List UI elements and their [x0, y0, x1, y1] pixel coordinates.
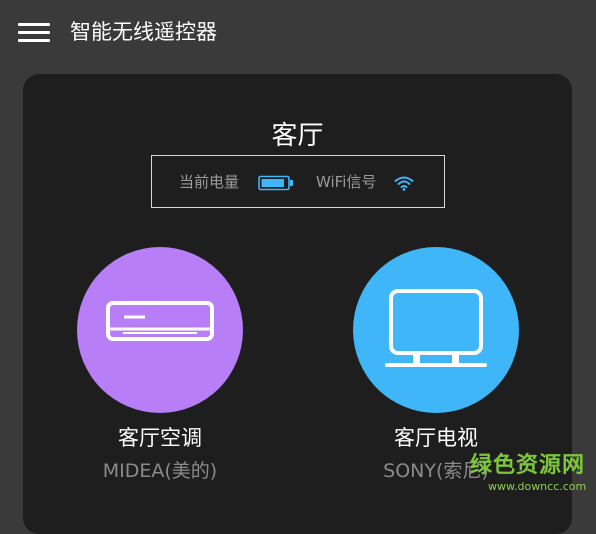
app-title: 智能无线遥控器 [70, 20, 217, 44]
watermark-text: 绿色资源网 [470, 453, 586, 478]
device-air-conditioner[interactable]: 客厅空调 MIDEA(美的) [77, 247, 243, 482]
wifi-icon [394, 176, 414, 191]
device-name: 客厅空调 [118, 426, 202, 450]
device-tv[interactable]: 客厅电视 SONY(索尼) [353, 247, 519, 482]
app-bar: 智能无线遥控器 [0, 0, 596, 64]
room-title: 客厅 [271, 121, 324, 151]
battery-label: 当前电量 [179, 173, 240, 191]
air-conditioner-icon [106, 301, 214, 341]
device-brand: MIDEA(美的) [102, 460, 218, 482]
hamburger-menu-icon[interactable] [18, 20, 50, 44]
tv-icon [385, 289, 487, 367]
watermark-url: www.downcc.com [488, 480, 587, 493]
device-icon-circle[interactable] [77, 247, 243, 413]
battery-icon [258, 175, 293, 191]
status-box: 当前电量 WiFi信号 [151, 155, 445, 208]
device-icon-circle[interactable] [353, 247, 519, 413]
wifi-label: WiFi信号 [316, 173, 377, 191]
watermark: 绿色资源网 www.downcc.com [470, 452, 590, 494]
device-name: 客厅电视 [394, 426, 478, 450]
